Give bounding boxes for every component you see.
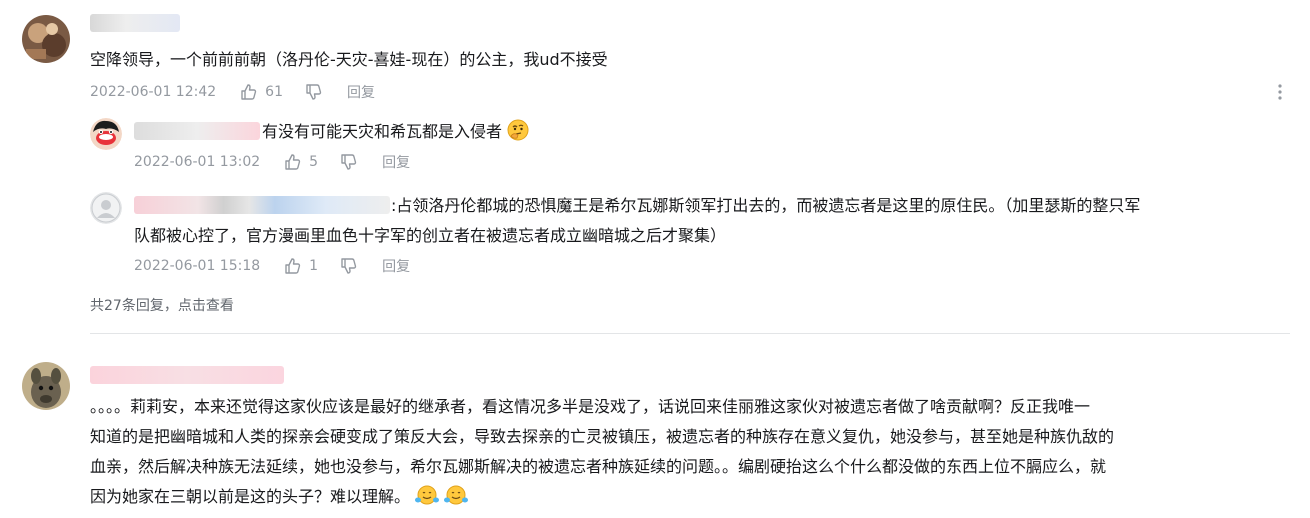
reply-avatar[interactable] bbox=[90, 192, 122, 224]
divider bbox=[90, 333, 1290, 334]
comment-line-1: 。。。。莉莉安，本来还觉得这家伙应该是最好的继承者，看这情况多半是没戏了，话说回… bbox=[90, 397, 1091, 416]
reply-text-continued: 队都被心控了，官方漫画里血色十字军的创立者在被遗忘者成立幽暗城之后才聚集） bbox=[134, 226, 727, 245]
comment-text: 空降领导，一个前前前朝（洛丹伦-天灾-喜娃-现在）的公主，我ud不接受 bbox=[90, 50, 608, 69]
like-button[interactable]: 1 bbox=[284, 257, 318, 275]
view-all-link[interactable]: 点击查看 bbox=[178, 298, 234, 314]
thumbs-down-icon bbox=[341, 154, 357, 170]
thinking-face-icon bbox=[507, 119, 529, 141]
reply-username-blurred[interactable] bbox=[134, 196, 390, 214]
like-button[interactable]: 5 bbox=[284, 153, 318, 171]
like-button[interactable]: 61 bbox=[240, 83, 283, 101]
dislike-button[interactable] bbox=[340, 153, 358, 171]
shrug-emoji-icon bbox=[444, 485, 469, 505]
dislike-button[interactable] bbox=[305, 83, 323, 101]
replies-summary: 共27条回复，点击查看 bbox=[90, 295, 234, 315]
comment-meta: 2022-06-01 12:42 61 回复 bbox=[90, 82, 375, 102]
reply-date: 2022-06-01 15:18 bbox=[134, 258, 261, 274]
thumbs-down-icon bbox=[341, 258, 357, 274]
thumbs-up-icon bbox=[241, 84, 257, 100]
reply-count-text: 共27条回复， bbox=[90, 298, 178, 314]
reply-button[interactable]: 回复 bbox=[382, 152, 410, 172]
reply-username-blurred[interactable] bbox=[134, 122, 260, 140]
username-blurred[interactable] bbox=[90, 366, 284, 384]
reply-button[interactable]: 回复 bbox=[382, 256, 410, 276]
shrug-emoji-icon bbox=[415, 485, 440, 505]
comment-date: 2022-06-01 12:42 bbox=[90, 84, 217, 100]
comment-line-2: 知道的是把幽暗城和人类的探亲会硬变成了策反大会，导致去探亲的亡灵被镇压，被遗忘者… bbox=[90, 427, 1115, 446]
comment-line-4-text: 因为她家在三朝以前是这的头子？难以理解。 bbox=[90, 487, 411, 506]
like-count: 61 bbox=[265, 84, 283, 100]
avatar[interactable] bbox=[22, 362, 70, 410]
dislike-button[interactable] bbox=[340, 257, 358, 275]
reply-text-content: 有没有可能天灾和希瓦都是入侵者 bbox=[262, 122, 503, 141]
thumbs-up-icon bbox=[285, 154, 301, 170]
thumbs-down-icon bbox=[306, 84, 322, 100]
like-count: 5 bbox=[309, 154, 319, 170]
like-count: 1 bbox=[309, 258, 319, 274]
reply-meta: 2022-06-01 13:02 5 回复 bbox=[134, 152, 410, 172]
reply-meta: 2022-06-01 15:18 1 回复 bbox=[134, 256, 410, 276]
reply-avatar[interactable] bbox=[90, 118, 122, 150]
avatar[interactable] bbox=[22, 15, 70, 63]
more-options-icon[interactable] bbox=[1276, 83, 1284, 101]
comment-line-3: 血亲，然后解决种族无法延续，她也没参与，希尔瓦娜斯解决的被遗忘者种族延续的问题。… bbox=[90, 457, 1107, 476]
reply-date: 2022-06-01 13:02 bbox=[134, 154, 261, 170]
reply-text: 有没有可能天灾和希瓦都是入侵者 bbox=[262, 119, 529, 145]
comment-line-4: 因为她家在三朝以前是这的头子？难以理解。 bbox=[90, 484, 469, 510]
reply-text: :占领洛丹伦都城的恐惧魔王是希尔瓦娜斯领军打出去的，而被遗忘者是这里的原住民。（… bbox=[391, 196, 1141, 215]
username-blurred[interactable] bbox=[90, 14, 180, 32]
reply-button[interactable]: 回复 bbox=[347, 82, 375, 102]
thumbs-up-icon bbox=[285, 258, 301, 274]
